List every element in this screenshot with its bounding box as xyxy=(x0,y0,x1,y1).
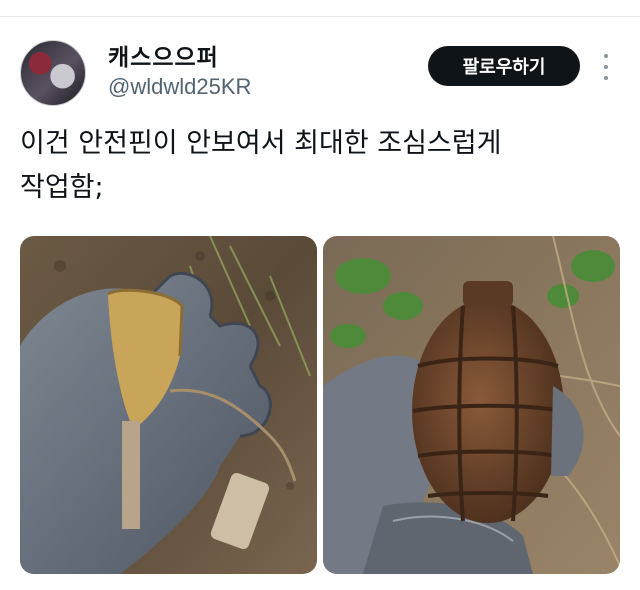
more-options-icon[interactable] xyxy=(598,54,614,80)
dot-icon xyxy=(604,54,608,58)
display-name[interactable]: 캐스으으퍼 xyxy=(108,38,219,72)
dot-icon xyxy=(604,76,608,80)
tweet-text-line-1: 이건 안전핀이 안보여서 최대한 조심스럽게 xyxy=(20,128,502,159)
follow-button[interactable]: 팔로우하기 xyxy=(428,46,580,86)
top-divider xyxy=(0,16,640,17)
rusted-grenade-photo xyxy=(323,236,620,574)
grenade-fuse-photo xyxy=(20,236,317,574)
user-handle[interactable]: @wldwld25KR xyxy=(108,74,251,100)
tweet-photo-1[interactable] xyxy=(20,236,317,574)
tweet-text-line-2: 작업함; xyxy=(20,172,104,203)
dot-icon xyxy=(604,65,608,69)
user-avatar[interactable] xyxy=(20,40,86,106)
tweet-photo-2[interactable] xyxy=(323,236,620,574)
tweet-text: 이건 안전핀이 안보여서 최대한 조심스럽게 작업함; xyxy=(20,122,620,210)
